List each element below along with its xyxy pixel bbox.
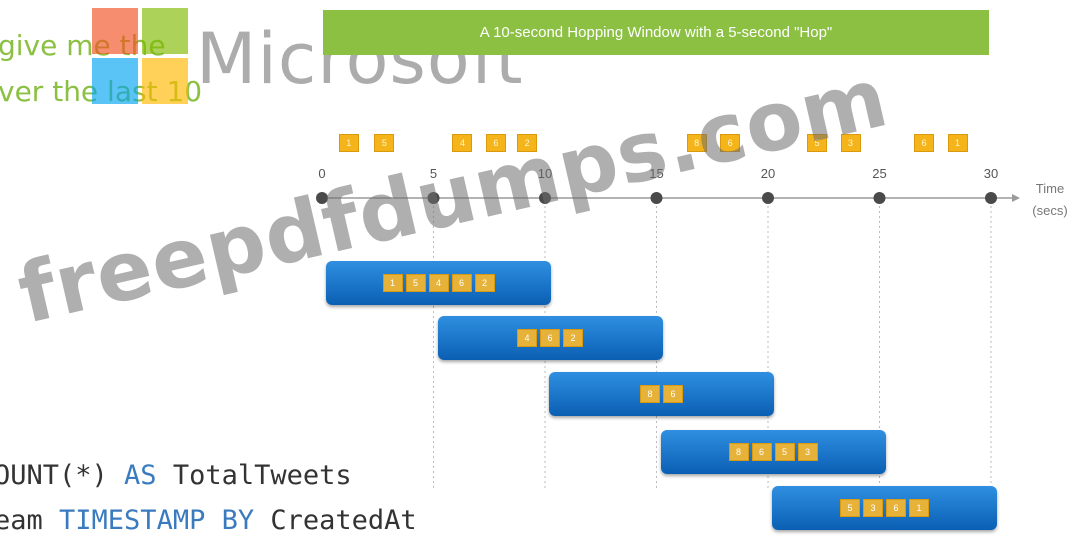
code-line-2: eam TIMESTAMP BY CreatedAt [0, 505, 417, 536]
code-keyword-as: AS [124, 460, 157, 491]
window-event-chip: 6 [751, 443, 772, 461]
window-event-chip: 1 [382, 274, 403, 292]
window-bar-5-15: 462 [437, 316, 663, 360]
window-event-chip: 3 [863, 499, 883, 517]
tick-dot-25 [873, 192, 886, 204]
window-bar-15-25: 8653 [660, 430, 886, 474]
code-line-1-prefix: OUNT(*) [0, 460, 125, 491]
code-keyword-timestamp-by: TIMESTAMP BY [59, 505, 255, 536]
event-chip: 5 [374, 134, 395, 152]
window-event-chip: 1 [909, 499, 929, 517]
window-event-chip: 5 [840, 499, 860, 517]
window-event-chip: 5 [774, 443, 795, 461]
window-event-chip: 3 [797, 443, 818, 461]
tick-label-25: 25 [872, 166, 886, 181]
window-event-chip: 6 [540, 329, 560, 347]
axis-title-line-1: Time [1035, 181, 1065, 196]
axis-arrow-icon [1012, 194, 1020, 202]
code-line-1: OUNT(*) AS TotalTweets [0, 460, 352, 491]
event-chip: 1 [338, 134, 359, 152]
window-event-chip: 5 [405, 274, 426, 292]
window-event-chip: 4 [517, 329, 537, 347]
window-bar-20-30: 5361 [772, 486, 997, 530]
window-event-chip: 4 [428, 274, 449, 292]
tick-dot-20 [762, 192, 774, 204]
window-event-chip: 2 [563, 329, 583, 347]
tick-label-30: 30 [984, 166, 998, 181]
window-event-chip: 8 [728, 443, 749, 461]
window-event-chip: 8 [640, 385, 660, 403]
window-bar-0-10: 15462 [326, 261, 551, 305]
window-event-chip: 6 [886, 499, 906, 517]
code-line-2-rest: CreatedAt [254, 505, 417, 536]
axis-title-line-2: (secs) [1032, 203, 1068, 218]
code-line-2-prefix: eam [0, 505, 60, 536]
tick-dot-30 [985, 192, 997, 204]
window-event-chip: 6 [451, 274, 472, 292]
axis-title: Time (secs) [1020, 178, 1080, 222]
window-event-chip: 2 [474, 274, 495, 292]
window-event-chip: 6 [663, 385, 683, 403]
code-line-1-rest: TotalTweets [156, 460, 352, 491]
window-bar-10-20: 86 [549, 372, 774, 416]
event-chip: 6 [914, 134, 935, 152]
event-chip: 1 [947, 134, 968, 152]
